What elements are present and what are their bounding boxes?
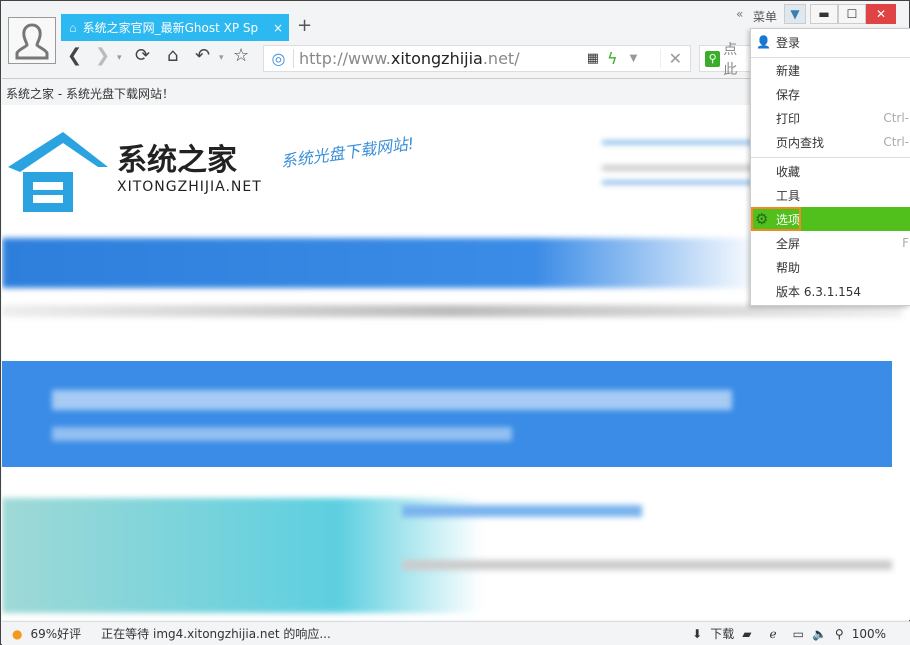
download-button[interactable]: 下载 [710,625,734,642]
menu-label: 版本 6.3.1.154 [776,283,861,300]
status-bar: ● 69%好评 正在等待 img4.xitongzhijia.net 的响应..… [2,621,910,645]
menu-label: 全屏 [776,235,800,252]
minimize-icon: ▬ [818,7,829,21]
menu-label: 登录 [776,34,800,51]
main-menu: 👤 登录 新建 保存 打印 Ctrl- 页内查找 Ctrl- 收藏 工具 ⚙选项 全屏… [750,28,910,306]
minimize-button[interactable]: ▬ [810,4,838,24]
search-placeholder: 点此 [723,39,750,79]
status-message: 正在等待 img4.xitongzhijia.net 的响应... [101,625,331,642]
menu-label: 页内查找 [776,134,824,151]
menu-item-login[interactable]: 👤 登录 [751,30,910,54]
close-icon: ✕ [876,7,886,21]
user-avatar[interactable] [8,17,56,64]
menu-label: 帮助 [776,259,800,276]
menu-item-favorites[interactable]: 收藏 [751,159,910,183]
rating-text[interactable]: 69%好评 [30,625,81,642]
zoom-level[interactable]: 100% [852,627,886,641]
menu-shortcut: F [902,236,909,250]
new-tab-button[interactable]: + [297,15,312,36]
refresh-button[interactable]: ⟳ [135,45,150,66]
site-security-icon: ◎ [264,49,294,68]
home-favicon-icon: ⌂ [69,21,77,35]
maximize-button[interactable]: ☐ [838,4,866,24]
screenshot-icon[interactable]: ▭ [793,627,804,641]
menu-label: 工具 [776,187,800,204]
forward-dropdown-icon[interactable]: ▾ [117,53,122,63]
address-bar[interactable]: ◎ http://www.xitongzhijia.net/ ▦ ϟ ▼ ✕ [263,45,691,72]
shirt-icon: ▼ [790,7,799,21]
menu-item-help[interactable]: 帮助 [751,255,910,279]
site-logo-icon [8,127,108,215]
close-button[interactable]: ✕ [866,4,896,24]
translate-icon[interactable]: ▰ [742,627,751,641]
tab-title: 系统之家官网_最新Ghost XP Sp [83,19,267,36]
menu-item-version[interactable]: 版本 6.3.1.154 [751,279,910,303]
browser-window: ⌂ 系统之家官网_最新Ghost XP Sp × + « 菜单 ▼ ▬ ☐ ✕ … [0,0,910,645]
menu-item-print[interactable]: 打印 Ctrl- [751,106,910,130]
menu-item-find[interactable]: 页内查找 Ctrl- [751,130,910,154]
menu-label: 收藏 [776,163,800,180]
site-logo-domain: XITONGZHIJIA.NET [117,179,262,195]
menu-label: 新建 [776,62,800,79]
skin-button[interactable]: ▼ [784,4,806,24]
rating-fruit-icon: ● [12,627,22,641]
menu-item-options[interactable]: ⚙选项 [751,207,910,231]
menu-label: 打印 [776,110,800,127]
tab-close-button[interactable]: × [273,21,289,35]
menu-item-new[interactable]: 新建 [751,58,910,82]
menu-button[interactable]: 菜单 [753,8,777,25]
gear-icon: ⚙ [755,210,768,228]
menu-shortcut: Ctrl- [883,111,909,125]
zoom-icon: ⚲ [835,627,844,641]
clear-url-icon[interactable]: ✕ [660,49,690,68]
menu-label: 保存 [776,86,800,103]
maximize-icon: ☐ [847,7,858,21]
menu-item-tools[interactable]: 工具 [751,183,910,207]
favorite-star-button[interactable]: ☆ [233,45,249,66]
user-icon: 👤 [756,35,771,49]
ie-mode-icon[interactable]: ℯ [769,627,776,641]
url-suffix: .net/ [483,49,520,68]
undo-dropdown-icon[interactable]: ▾ [219,53,224,63]
search-icon: ⚲ [705,51,720,67]
site-slogan: 系统光盘下载网站! [279,130,415,172]
site-logo-text: 系统之家 [117,135,237,179]
menu-item-fullscreen[interactable]: 全屏 F [751,231,910,255]
lightning-icon[interactable]: ϟ [607,49,618,68]
volume-icon[interactable]: 🔈 [812,627,827,641]
forward-button[interactable]: ❯ [95,45,110,66]
download-icon: ⬇ [692,627,702,641]
back-button[interactable]: ❮ [67,45,82,66]
search-box[interactable]: ⚲ 点此 [699,45,751,72]
url-domain: xitongzhijia [391,49,483,68]
menu-item-save[interactable]: 保存 [751,82,910,106]
undo-close-button[interactable]: ↶ [195,45,210,66]
url-prefix: http://www. [299,49,391,68]
home-button[interactable]: ⌂ [167,45,178,66]
menu-shortcut: Ctrl- [883,135,909,149]
user-icon [15,22,49,60]
tab-active[interactable]: ⌂ 系统之家官网_最新Ghost XP Sp × [61,14,289,41]
collapse-button[interactable]: « [736,7,743,21]
qr-code-icon[interactable]: ▦ [587,51,599,66]
url-dropdown-icon[interactable]: ▼ [630,53,660,64]
